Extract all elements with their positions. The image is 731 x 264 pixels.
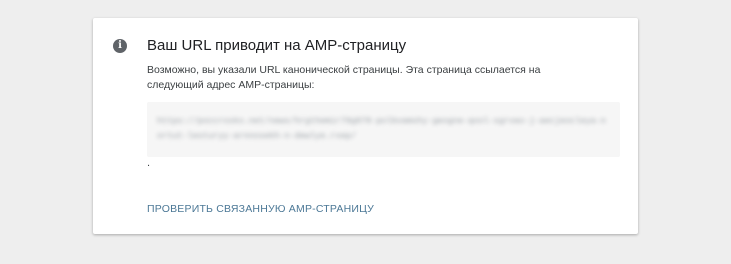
info-icon: i [113, 39, 127, 53]
card-title: Ваш URL приводит на AMP-страницу [147, 37, 407, 54]
trailing-dot: . [147, 157, 151, 169]
amp-url-text: https://poccrosko.net/news/hrgthemir79g9… [157, 116, 606, 141]
check-amp-page-button[interactable]: ПРОВЕРИТЬ СВЯЗАННУЮ AMP-СТРАНИЦУ [147, 203, 374, 215]
amp-url-box: https://poccrosko.net/news/hrgthemir79g9… [147, 102, 620, 157]
card-description: Возможно, вы указали URL канонической ст… [147, 64, 541, 91]
amp-info-card: i Ваш URL приводит на AMP-страницу Возмо… [93, 18, 638, 234]
